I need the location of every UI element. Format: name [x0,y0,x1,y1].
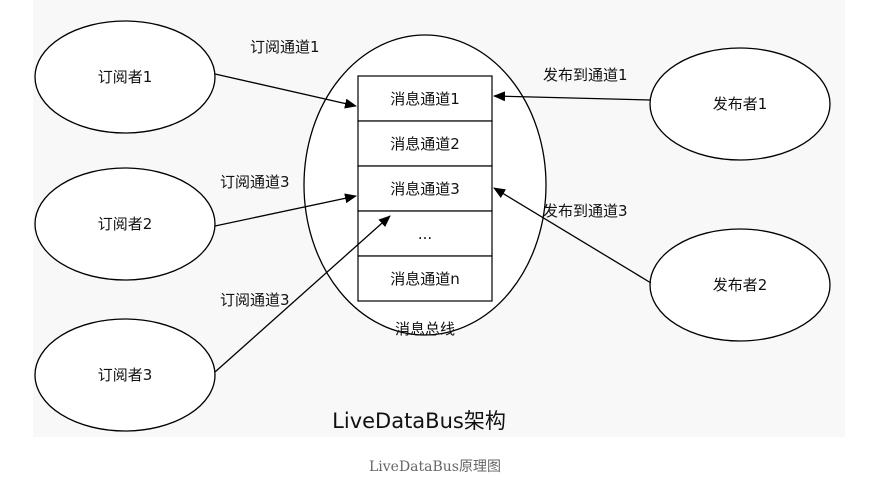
message-bus-label: 消息总线 [395,320,455,338]
publisher-2-label: 发布者2 [713,276,768,294]
channel-label-n: 消息通道n [390,270,460,288]
edge-label-publish-2: 发布到通道3 [543,202,628,220]
channel-label-1: 消息通道1 [390,90,460,108]
edge-label-subscribe-2: 订阅通道3 [220,173,290,191]
subscriber-1-label: 订阅者1 [98,68,153,86]
subscriber-3-label: 订阅者3 [98,366,153,384]
channel-label-3: 消息通道3 [390,180,460,198]
edge-label-subscribe-1: 订阅通道1 [250,38,320,56]
subscriber-2-label: 订阅者2 [98,215,153,233]
channel-label-2: 消息通道2 [390,135,460,153]
figure-caption: LiveDataBus原理图 [369,459,501,475]
channel-label-ellipsis: ... [418,225,432,243]
publisher-1-label: 发布者1 [713,95,768,113]
diagram-title: LiveDataBus架构 [332,409,506,433]
edge-label-subscribe-3: 订阅通道3 [220,291,290,309]
edge-label-publish-1: 发布到通道1 [543,66,628,84]
livedatabus-architecture-diagram: 消息通道1 消息通道2 消息通道3 ... 消息通道n 消息总线 订阅者1 订阅… [33,0,845,475]
